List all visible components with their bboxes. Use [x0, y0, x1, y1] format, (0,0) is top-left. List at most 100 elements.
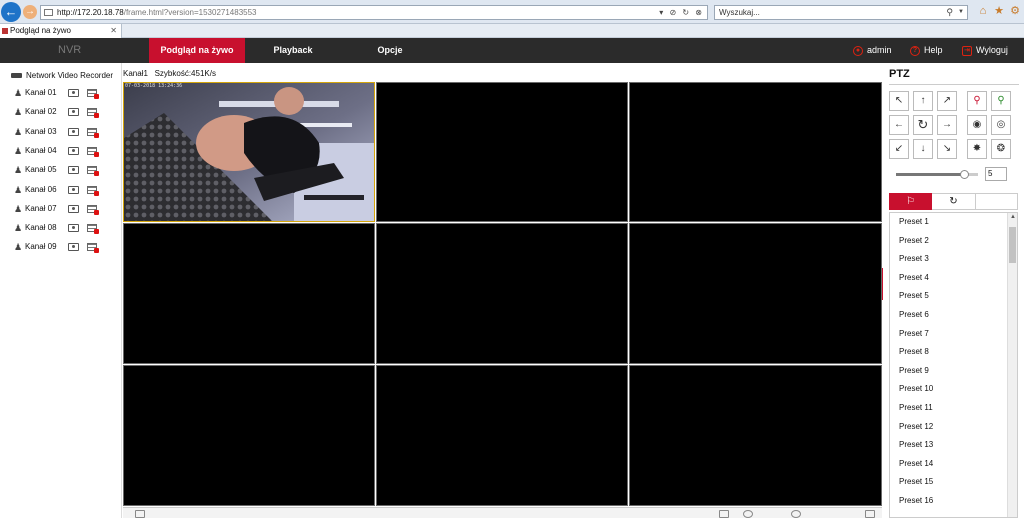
live-stream-icon[interactable] [68, 224, 79, 233]
preset-item[interactable]: Preset 7 [899, 328, 929, 340]
record-schedule-icon[interactable] [87, 185, 99, 196]
record-schedule-icon[interactable] [87, 224, 99, 235]
logout-link[interactable]: ⇥ Wyloguj [962, 38, 1008, 63]
channel-item[interactable]: ♟ Kanał 07 [14, 203, 114, 215]
live-stream-icon[interactable] [68, 89, 79, 97]
preset-item[interactable]: Preset 8 [899, 346, 929, 358]
preset-item[interactable]: Preset 9 [899, 365, 929, 377]
device-tree-root[interactable]: Network Video Recorder [11, 70, 113, 82]
zoom-in-icon[interactable]: ⚲ [991, 91, 1011, 111]
ptz-down-left-button[interactable]: ↙ [889, 139, 909, 159]
video-cell-6[interactable] [629, 223, 882, 364]
ptz-up-right-button[interactable]: ↗ [937, 91, 957, 111]
focus-near-icon[interactable]: ◉ [967, 115, 987, 135]
video-cell-1[interactable]: 07-03-2018 13:24:36 [123, 82, 375, 222]
preset-item[interactable]: Preset 3 [899, 253, 929, 265]
preset-item[interactable]: Preset 5 [899, 290, 929, 302]
channel-item[interactable]: ♟ Kanał 04 [14, 145, 114, 157]
browser-tab[interactable]: Podgląd na żywo ✕ [0, 24, 122, 38]
ptz-speed-knob[interactable] [960, 170, 970, 179]
tab-playback[interactable]: Playback [262, 38, 324, 63]
scroll-up-icon[interactable]: ▲ [1008, 214, 1017, 220]
browser-search-input[interactable]: Wyszukaj... ⚲ ▼ [714, 5, 968, 20]
channel-item[interactable]: ♟ Kanał 03 [14, 126, 114, 138]
ptz-speed-input[interactable]: 5 [985, 167, 1007, 181]
tab-options[interactable]: Opcje [366, 38, 414, 63]
record-schedule-icon[interactable] [87, 204, 99, 215]
preset-item[interactable]: Preset 13 [899, 439, 933, 451]
ptz-left-button[interactable]: ← [889, 115, 909, 135]
preset-item[interactable]: Preset 1 [899, 216, 929, 228]
close-icon[interactable]: ✕ [110, 24, 117, 38]
tab-presets[interactable]: ⚐ [889, 193, 932, 210]
record-schedule-icon[interactable] [87, 127, 99, 138]
record-schedule-icon[interactable] [87, 89, 99, 99]
ptz-speed-slider[interactable] [896, 170, 978, 179]
record-schedule-icon[interactable] [87, 146, 99, 157]
ptz-down-right-button[interactable]: ↘ [937, 139, 957, 159]
ptz-down-button[interactable]: ↓ [913, 139, 933, 159]
record-icon[interactable] [743, 510, 753, 518]
channel-item[interactable]: ♟ Kanał 06 [14, 184, 114, 196]
preset-item[interactable]: Preset 2 [899, 235, 929, 247]
video-cell-8[interactable] [376, 365, 628, 506]
channel-item[interactable]: ♟ Kanał 02 [14, 106, 114, 119]
live-stream-icon[interactable] [68, 243, 79, 252]
channel-item[interactable]: ♟ Kanał 08 [14, 222, 114, 235]
user-link[interactable]: ● admin [853, 38, 892, 63]
forward-arrow-icon[interactable]: → [23, 5, 37, 19]
zoom-icon[interactable] [791, 510, 801, 518]
live-stream-icon[interactable] [68, 146, 79, 155]
live-stream-icon[interactable] [68, 204, 79, 213]
tab-empty[interactable] [975, 193, 1018, 210]
video-cell-2[interactable] [376, 82, 628, 222]
preset-item[interactable]: Preset 15 [899, 476, 933, 488]
snapshot-icon[interactable] [719, 510, 729, 518]
address-bar[interactable]: http://172.20.18.78/frame.html?version=1… [40, 5, 708, 20]
tab-cruise[interactable]: ↻ [932, 193, 975, 210]
ptz-up-left-button[interactable]: ↖ [889, 91, 909, 111]
record-schedule-icon[interactable] [87, 166, 99, 177]
channel-item[interactable]: ♟ Kanał 05 [14, 164, 114, 177]
video-cell-4[interactable] [123, 223, 375, 364]
preset-item[interactable]: Preset 16 [899, 495, 933, 507]
ptz-right-button[interactable]: → [937, 115, 957, 135]
help-link[interactable]: ? Help [910, 38, 943, 63]
preset-item[interactable]: Preset 10 [899, 383, 933, 395]
fullscreen-icon[interactable] [865, 510, 875, 518]
preset-item[interactable]: Preset 12 [899, 421, 933, 433]
channel-item[interactable]: ♟ Kanał 01 [14, 87, 114, 99]
record-schedule-icon[interactable] [87, 108, 99, 119]
focus-far-icon[interactable]: ◎ [991, 115, 1011, 135]
video-cell-9[interactable] [629, 365, 882, 506]
gear-icon[interactable]: ⚙ [1008, 4, 1022, 18]
back-arrow-icon[interactable]: ← [1, 2, 21, 22]
video-cell-7[interactable] [123, 365, 375, 506]
preset-item[interactable]: Preset 14 [899, 458, 933, 470]
preset-scrollbar[interactable]: ▲ [1007, 213, 1017, 517]
preset-item[interactable]: Preset 4 [899, 272, 929, 284]
ptz-auto-rotate-button[interactable]: ↻ [913, 115, 933, 135]
channel-item[interactable]: ♟ Kanał 09 [14, 241, 114, 254]
live-stream-icon[interactable] [68, 127, 79, 136]
video-cell-3[interactable] [629, 82, 882, 222]
record-schedule-icon[interactable] [87, 243, 99, 254]
preset-item[interactable]: Preset 6 [899, 309, 929, 321]
scroll-thumb[interactable] [1009, 227, 1016, 263]
preset-item[interactable]: Preset 11 [899, 402, 933, 414]
home-icon[interactable]: ⌂ [976, 4, 990, 18]
tab-live-view[interactable]: Podgląd na żywo [149, 38, 245, 63]
search-icon[interactable]: ⚲ [946, 6, 953, 19]
zoom-out-icon[interactable]: ⚲ [967, 91, 987, 111]
iris-close-icon[interactable]: ✸ [967, 139, 987, 159]
chevron-down-icon[interactable]: ▼ [958, 6, 964, 19]
live-stream-icon[interactable] [68, 108, 79, 117]
ptz-up-button[interactable]: ↑ [913, 91, 933, 111]
iris-open-icon[interactable]: ❂ [991, 139, 1011, 159]
favorites-star-icon[interactable]: ★ [992, 4, 1006, 18]
live-stream-icon[interactable] [68, 166, 79, 175]
layout-icon[interactable] [135, 510, 145, 518]
video-cell-5[interactable] [376, 223, 628, 364]
live-stream-icon[interactable] [68, 185, 79, 194]
address-tools-icon[interactable]: ▾ ⊘ ↻ ⊗ [659, 6, 704, 19]
